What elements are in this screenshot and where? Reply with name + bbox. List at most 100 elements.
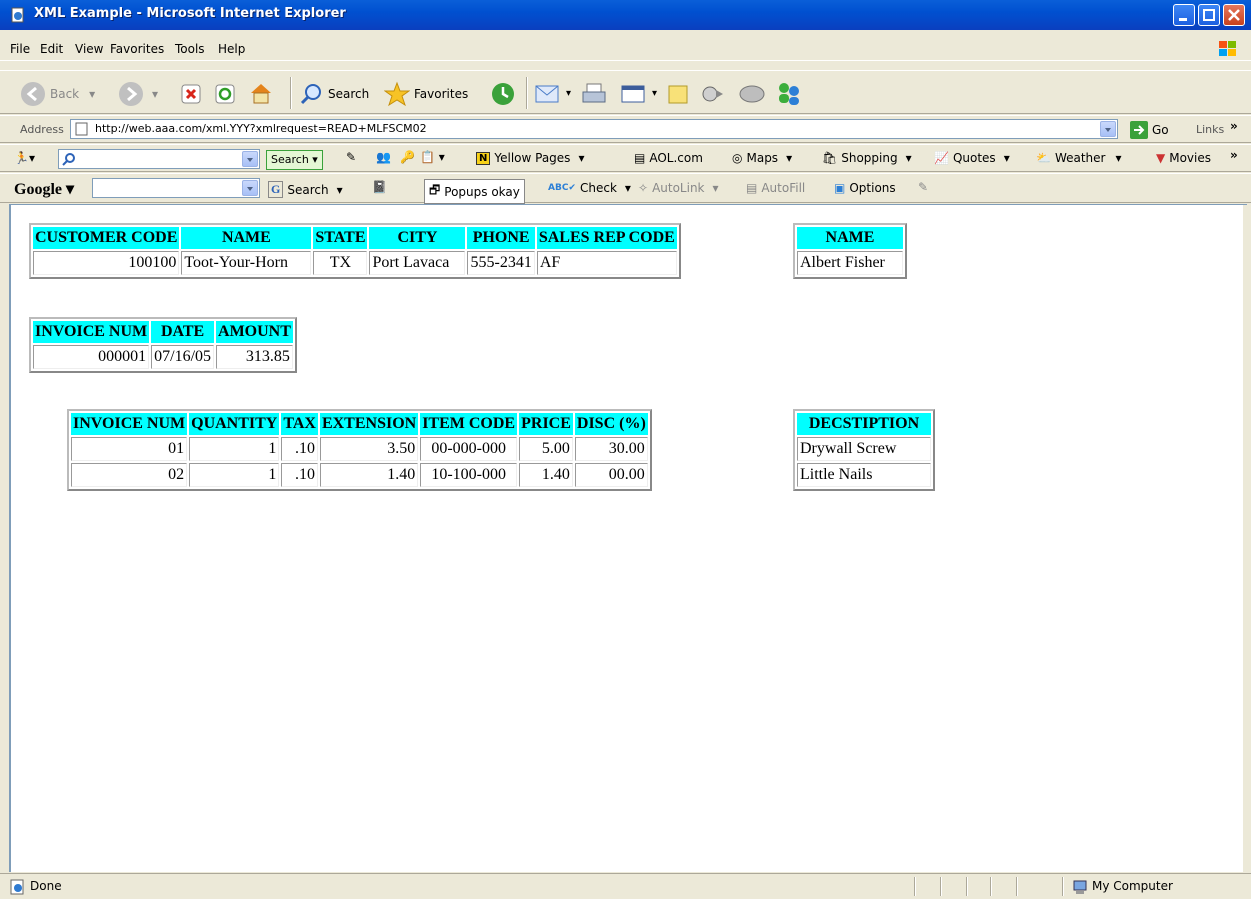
home-icon[interactable]: [248, 81, 274, 105]
header-disc: DISC (%): [574, 413, 648, 435]
cell: .10: [281, 437, 318, 461]
header-invoice-num: INVOICE NUM: [71, 413, 188, 435]
ie-page-icon: [11, 7, 24, 23]
google-search-input[interactable]: [92, 178, 260, 198]
menu-help[interactable]: Help: [218, 42, 245, 56]
header-item-code: ITEM CODE: [420, 413, 518, 435]
yellow-pages-button[interactable]: N Yellow Pages ▾: [476, 151, 584, 165]
google-logo[interactable]: Google ▾: [14, 179, 74, 199]
header-extension: EXTENSION: [319, 413, 419, 435]
history-icon[interactable]: [490, 81, 516, 107]
back-button[interactable]: Back ▾: [20, 81, 95, 107]
cell: 1.40: [519, 463, 573, 487]
pencil-icon[interactable]: ✎: [918, 180, 928, 194]
address-bar: Address http://web.aaa.com/xml.YYY?xmlre…: [0, 115, 1251, 143]
cell: 555-2341: [467, 251, 535, 275]
msn-people-icon[interactable]: [774, 79, 804, 107]
forward-dropdown-icon[interactable]: ▾: [152, 87, 158, 101]
menu-file[interactable]: File: [10, 42, 30, 56]
back-dropdown-icon[interactable]: ▾: [89, 87, 95, 101]
menu-tools[interactable]: Tools: [175, 42, 205, 56]
menu-edit[interactable]: Edit: [40, 42, 63, 56]
aol-search-button[interactable]: Search ▾: [266, 150, 323, 170]
maximize-button[interactable]: [1198, 4, 1220, 26]
cell: 313.85: [216, 345, 293, 369]
shopping-button[interactable]: 🛍 Shopping ▾: [822, 151, 912, 165]
standard-toolbar: Back ▾ ▾ Search Favorites ▾ ▾: [0, 70, 1251, 114]
aol-runner-icon[interactable]: 🏃▾: [14, 151, 35, 165]
menu-favorites[interactable]: Favorites: [110, 42, 164, 56]
title-bar[interactable]: XML Example - Microsoft Internet Explore…: [0, 0, 1251, 30]
edit-page-icon[interactable]: [620, 83, 646, 105]
mail-icon[interactable]: [534, 81, 560, 105]
window-title: XML Example - Microsoft Internet Explore…: [34, 6, 346, 21]
invoice-table: INVOICE NUM DATE AMOUNT 000001 07/16/05 …: [29, 317, 297, 373]
movies-button[interactable]: ▼ Movies: [1156, 151, 1211, 165]
address-input[interactable]: http://web.aaa.com/xml.YYY?xmlrequest=RE…: [70, 119, 1118, 139]
aol-people-icon[interactable]: 👥: [376, 150, 391, 164]
header-name: NAME: [181, 227, 312, 249]
menu-view[interactable]: View: [75, 42, 103, 56]
header-city: CITY: [369, 227, 466, 249]
popup-window-icon: 🗗: [429, 183, 441, 197]
highlight-pen-icon[interactable]: ✎: [346, 150, 356, 164]
cell: TX: [313, 251, 368, 275]
links-button[interactable]: Links: [1196, 123, 1224, 136]
header-state: STATE: [313, 227, 368, 249]
print-icon[interactable]: [580, 81, 608, 107]
aol-key-icon[interactable]: 🔑: [400, 150, 415, 164]
refresh-icon[interactable]: [214, 83, 236, 105]
links-chevron-icon[interactable]: »: [1230, 119, 1238, 133]
mail-dropdown-icon[interactable]: ▾: [566, 88, 571, 99]
windows-logo-icon: [1219, 41, 1236, 56]
cell: 3.50: [319, 437, 419, 461]
popups-okay-button[interactable]: 🗗 Popups okay: [424, 179, 525, 204]
google-options-button[interactable]: ▣ Options: [834, 181, 896, 195]
back-arrow-icon: [21, 82, 45, 106]
table-row: Albert Fisher: [797, 251, 903, 275]
cell: 02: [71, 463, 188, 487]
edit-dropdown-icon[interactable]: ▾: [652, 88, 657, 99]
address-dropdown-icon[interactable]: [1100, 121, 1116, 137]
invoice-items-table: INVOICE NUM QUANTITY TAX EXTENSION ITEM …: [67, 409, 652, 491]
forward-button[interactable]: ▾: [118, 81, 158, 107]
minimize-button[interactable]: [1173, 4, 1195, 26]
quotes-button[interactable]: 📈 Quotes ▾: [934, 151, 1010, 165]
discuss-note-icon[interactable]: [666, 83, 690, 105]
go-button[interactable]: Go: [1130, 121, 1169, 139]
table-row: 100100 Toot-Your-Horn TX Port Lavaca 555…: [33, 251, 677, 275]
cell: 5.00: [519, 437, 573, 461]
aol-chevron-icon[interactable]: »: [1230, 148, 1238, 162]
google-search-button[interactable]: G Search ▾: [268, 181, 343, 198]
aol-popup-icon[interactable]: 📋 ▾: [420, 150, 445, 164]
aol-com-button[interactable]: ▤ AOL.com: [634, 151, 703, 165]
favorites-button[interactable]: Favorites: [384, 81, 468, 107]
cell: Toot-Your-Horn: [181, 251, 312, 275]
google-search-dropdown-icon[interactable]: [242, 180, 258, 196]
autofill-form-icon: ▤: [746, 181, 758, 195]
header-description: DECSTIPTION: [797, 413, 931, 435]
weather-button[interactable]: ⛅ Weather ▾: [1036, 151, 1122, 165]
cell: Drywall Screw: [797, 437, 931, 461]
maps-button[interactable]: ◎ Maps ▾: [732, 151, 792, 165]
cell: 00-000-000: [420, 437, 518, 461]
pagerank-icon[interactable]: 📓: [372, 180, 387, 194]
cell: 1: [189, 463, 280, 487]
research-icon[interactable]: [700, 81, 726, 107]
google-toolbar: Google ▾ G Search ▾ 📓 🗗 Popups okay ABC✔ Che…: [0, 173, 1251, 204]
cell: 1.40: [319, 463, 419, 487]
my-computer-icon: [1073, 880, 1087, 894]
stop-icon[interactable]: [180, 83, 202, 105]
spell-check-button[interactable]: ABC✔ Check ▾: [548, 181, 631, 195]
aol-search-dropdown-icon[interactable]: [242, 151, 258, 167]
close-button[interactable]: [1223, 4, 1245, 26]
vertical-scrollbar[interactable]: [1243, 205, 1247, 872]
autolink-button[interactable]: ✧ AutoLink ▾: [638, 181, 719, 195]
security-zone: My Computer: [1092, 879, 1173, 893]
autofill-button[interactable]: ▤ AutoFill: [746, 181, 805, 195]
aol-search-input[interactable]: [58, 149, 260, 169]
status-bar: Done My Computer: [0, 873, 1251, 899]
search-button[interactable]: Search: [300, 83, 369, 105]
messenger-icon[interactable]: [738, 81, 766, 107]
compass-icon: ◎: [732, 151, 743, 165]
